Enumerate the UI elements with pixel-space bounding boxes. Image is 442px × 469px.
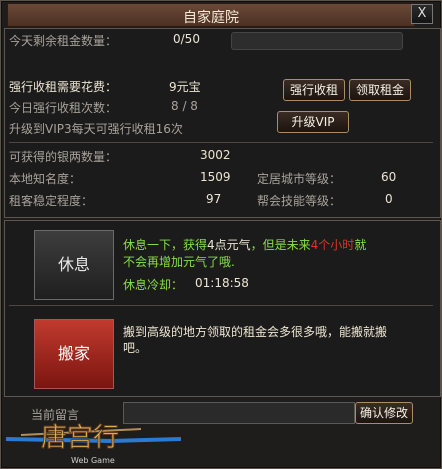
courtyard-window: 自家庭院 X 今天剩余租金数量： 0/50 强行收租需要花费： 9元宝 今日强行… bbox=[0, 0, 442, 469]
rest-desc-mid: ，但是未来 bbox=[250, 238, 311, 252]
today-force-label: 今日强行收租次数： bbox=[9, 101, 118, 115]
window-title: 自家庭院 bbox=[183, 10, 239, 26]
silver-label: 可获得的银两数量： bbox=[9, 150, 118, 164]
rest-desc-suffix: 就 bbox=[354, 238, 367, 252]
confirm-message-button[interactable]: 确认修改 bbox=[355, 402, 413, 424]
force-cost-label: 强行收租需要花费： bbox=[9, 80, 118, 94]
force-collect-button[interactable]: 强行收租 bbox=[283, 79, 345, 101]
guild-skill-value: 0 bbox=[385, 192, 393, 206]
fame-label: 本地知名度： bbox=[9, 172, 82, 186]
stability-label: 租客稳定程度： bbox=[9, 194, 94, 208]
rent-divider bbox=[9, 142, 433, 143]
action-divider bbox=[9, 305, 433, 306]
rest-cooldown-label: 休息冷却： bbox=[123, 278, 184, 292]
rest-cooldown-value: 01:18:58 bbox=[195, 276, 249, 290]
logo-subtitle: Web Game bbox=[71, 456, 115, 465]
stability-value: 97 bbox=[206, 192, 222, 206]
rent-progress-bar bbox=[231, 32, 403, 50]
city-level-value: 60 bbox=[381, 170, 397, 184]
force-cost-value: 9元宝 bbox=[169, 80, 201, 94]
rest-desc-line2: 不会再增加元气了哦. bbox=[123, 255, 235, 269]
rest-desc-hours: 4个小时 bbox=[310, 238, 355, 252]
rest-desc-vigor: 4点元气 bbox=[207, 238, 251, 252]
move-desc-line2: 吧。 bbox=[123, 341, 148, 355]
rent-remaining-value: 0/50 bbox=[173, 32, 200, 46]
rest-desc-prefix: 休息一下，获得 bbox=[123, 238, 208, 252]
city-level-label: 定居城市等级： bbox=[257, 172, 342, 186]
title-bar: 自家庭院 bbox=[7, 3, 415, 27]
rent-remaining-label: 今天剩余租金数量： bbox=[9, 34, 118, 48]
fame-value: 1509 bbox=[200, 170, 231, 184]
move-house-button[interactable]: 搬家 bbox=[34, 319, 114, 389]
close-icon: X bbox=[417, 6, 427, 21]
collect-rent-button[interactable]: 领取租金 bbox=[349, 79, 411, 101]
rest-button[interactable]: 休息 bbox=[34, 230, 114, 300]
guild-skill-label: 帮会技能等级： bbox=[257, 194, 342, 208]
close-button[interactable]: X bbox=[411, 4, 433, 24]
move-desc-line1: 搬到高级的地方领取的租金会多很多哦，能搬就搬 bbox=[123, 325, 388, 339]
game-logo: 唐宫行 Web Game bbox=[5, 423, 182, 465]
silver-value: 3002 bbox=[200, 148, 231, 162]
logo-title: 唐宫行 bbox=[41, 423, 119, 453]
rest-description: 休息一下，获得4点元气，但是未来4个小时就 bbox=[123, 236, 366, 253]
today-force-value: 8 / 8 bbox=[171, 99, 198, 113]
vip-upgrade-text: 升级到VIP3每天可强行收租16次 bbox=[9, 122, 183, 136]
upgrade-vip-button[interactable]: 升级VIP bbox=[277, 111, 349, 133]
